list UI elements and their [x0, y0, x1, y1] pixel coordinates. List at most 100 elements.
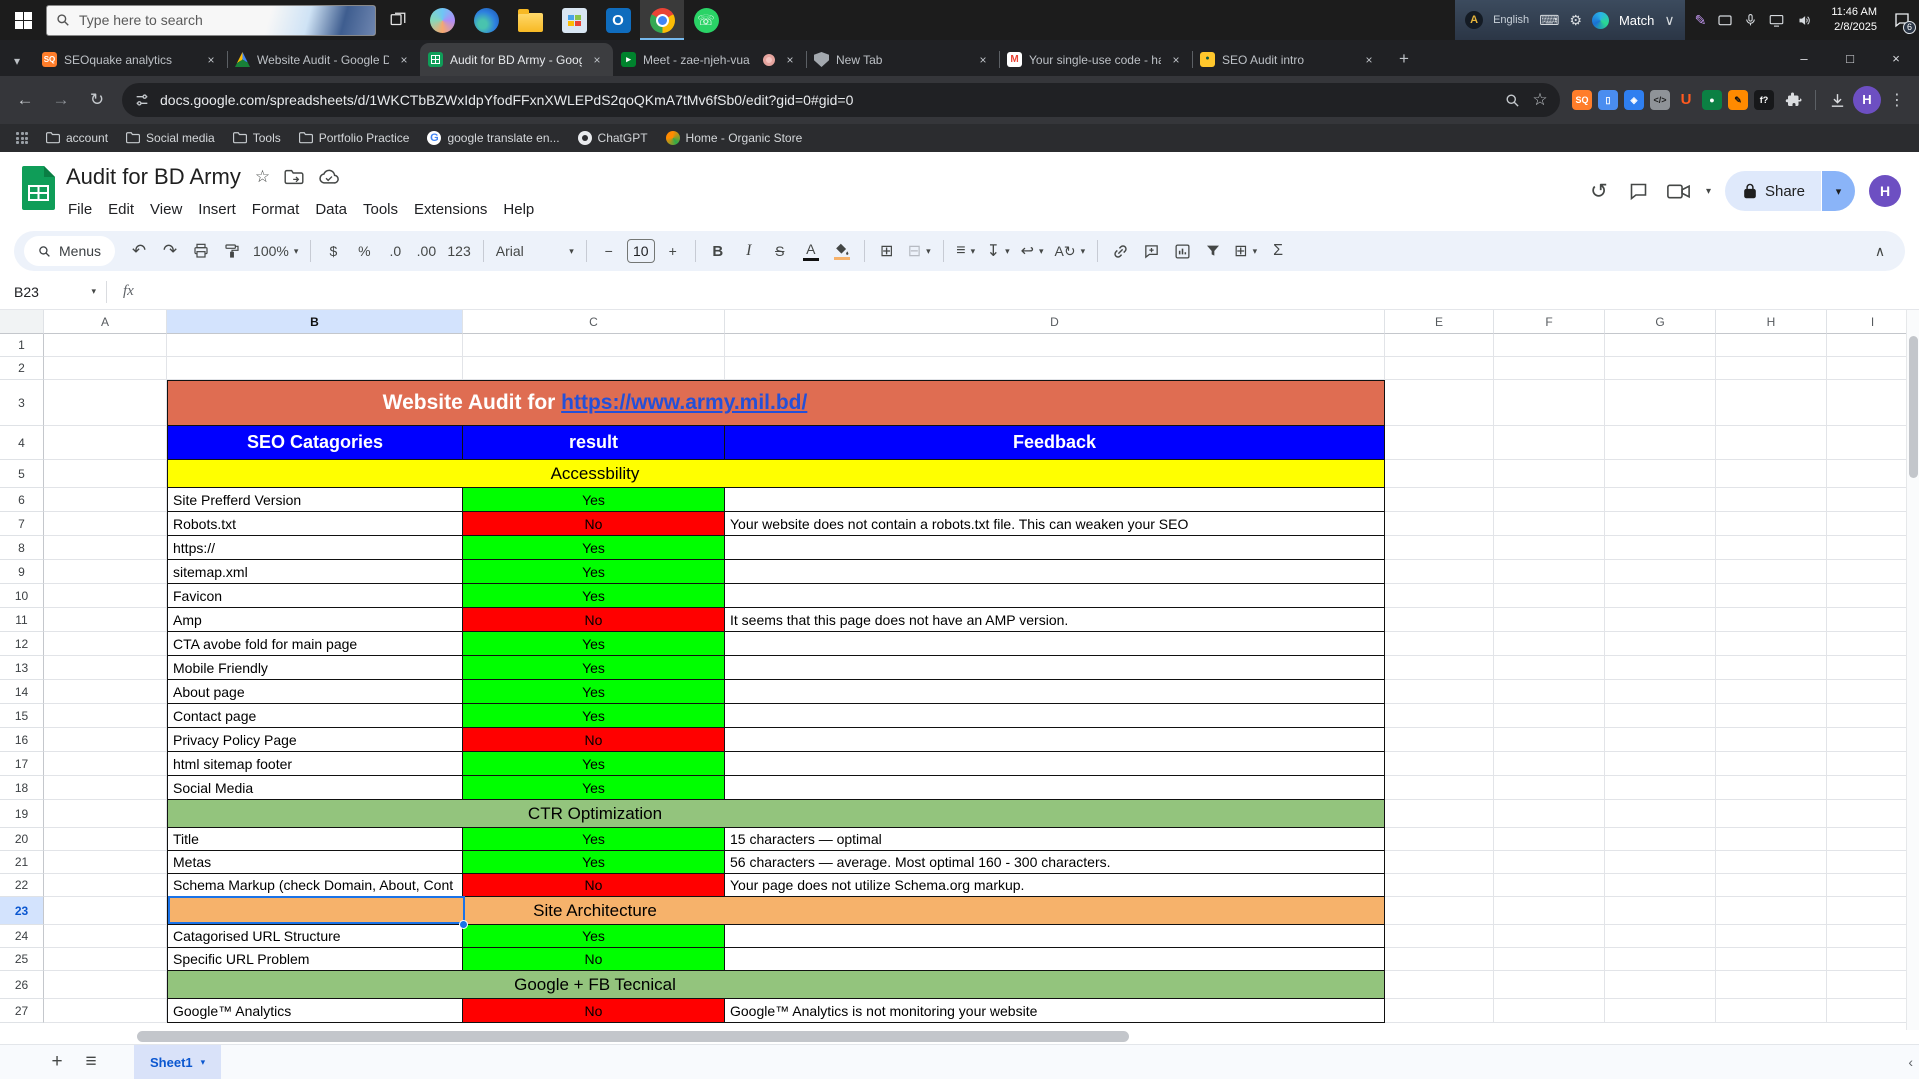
cell-E3[interactable] [1385, 380, 1494, 426]
cell-F19[interactable] [1494, 800, 1605, 828]
cell-H14[interactable] [1716, 680, 1827, 704]
menu-help[interactable]: Help [495, 196, 542, 223]
cell-G18[interactable] [1605, 776, 1716, 800]
cell-A15[interactable] [44, 704, 167, 728]
cell-A4[interactable] [44, 426, 167, 460]
decrease-decimals-button[interactable]: .0 [380, 236, 410, 266]
cell-H5[interactable] [1716, 460, 1827, 488]
cell-G1[interactable] [1605, 334, 1716, 357]
browser-tab[interactable]: Audit for BD Army - Google Sh× [420, 43, 613, 76]
table-header-seo-catagories[interactable]: SEO Catagories [167, 426, 463, 460]
document-title[interactable]: Audit for BD Army [66, 164, 241, 190]
browser-tab[interactable]: ▸Meet - zae-njeh-vua× [613, 43, 806, 76]
tab-close-icon[interactable]: × [396, 52, 412, 68]
paint-format-button[interactable] [217, 236, 247, 266]
cell-G5[interactable] [1605, 460, 1716, 488]
cell-H6[interactable] [1716, 488, 1827, 512]
cell-B9[interactable]: sitemap.xml [167, 560, 463, 584]
cell-D17[interactable] [725, 752, 1385, 776]
cell-G11[interactable] [1605, 608, 1716, 632]
cell-B27[interactable]: Google™ Analytics [167, 999, 463, 1023]
section-row-cell[interactable]: Accessbility [167, 460, 1385, 488]
cell-A16[interactable] [44, 728, 167, 752]
row-header-2[interactable]: 2 [0, 357, 44, 380]
row-header-11[interactable]: 11 [0, 608, 44, 632]
cell-G4[interactable] [1605, 426, 1716, 460]
cell-A7[interactable] [44, 512, 167, 536]
cell-H2[interactable] [1716, 357, 1827, 380]
cell-C15[interactable]: Yes [463, 704, 725, 728]
volume-icon[interactable] [1796, 13, 1813, 28]
maximize-button[interactable]: □ [1827, 40, 1873, 76]
cell-B2[interactable] [167, 357, 463, 380]
cell-H13[interactable] [1716, 656, 1827, 680]
row-header-24[interactable]: 24 [0, 925, 44, 948]
microphone-icon[interactable] [1744, 12, 1757, 28]
cell-E7[interactable] [1385, 512, 1494, 536]
cell-B1[interactable] [167, 334, 463, 357]
cell-H21[interactable] [1716, 851, 1827, 874]
settings-gear-icon[interactable]: ⚙ [1569, 12, 1582, 29]
cell-B20[interactable]: Title [167, 828, 463, 851]
cell-H12[interactable] [1716, 632, 1827, 656]
cell-E19[interactable] [1385, 800, 1494, 828]
cell-F12[interactable] [1494, 632, 1605, 656]
close-window-button[interactable]: × [1873, 40, 1919, 76]
row-header-15[interactable]: 15 [0, 704, 44, 728]
bookmark-item[interactable]: Portfolio Practice [291, 127, 418, 149]
cell-E13[interactable] [1385, 656, 1494, 680]
menu-file[interactable]: File [60, 196, 100, 223]
cell-H20[interactable] [1716, 828, 1827, 851]
extensions-puzzle-icon[interactable] [1780, 86, 1808, 114]
browser-profile-avatar[interactable]: H [1853, 86, 1881, 114]
tab-close-icon[interactable]: × [1361, 52, 1377, 68]
font-size-input[interactable]: 10 [627, 239, 655, 263]
cell-H26[interactable] [1716, 971, 1827, 999]
apps-grid-icon[interactable] [16, 132, 28, 144]
touch-keyboard-icon[interactable] [1717, 12, 1733, 28]
cell-C18[interactable]: Yes [463, 776, 725, 800]
row-header-22[interactable]: 22 [0, 874, 44, 897]
cell-G23[interactable] [1605, 897, 1716, 925]
cell-B21[interactable]: Metas [167, 851, 463, 874]
cell-A8[interactable] [44, 536, 167, 560]
start-button[interactable] [0, 0, 46, 40]
fonts-query-extension-icon[interactable]: f? [1754, 90, 1774, 110]
cell-G7[interactable] [1605, 512, 1716, 536]
cell-E26[interactable] [1385, 971, 1494, 999]
italic-button[interactable]: I [734, 236, 764, 266]
cell-B24[interactable]: Catagorised URL Structure [167, 925, 463, 948]
bookmark-item[interactable]: Home - Organic Store [658, 127, 811, 149]
row-header-19[interactable]: 19 [0, 800, 44, 828]
omnibox[interactable]: docs.google.com/spreadsheets/d/1WKCTbBZW… [122, 83, 1560, 117]
insert-chart-button[interactable] [1167, 236, 1197, 266]
horizontal-scrollbar[interactable] [0, 1030, 1919, 1044]
cell-C6[interactable]: Yes [463, 488, 725, 512]
row-header-26[interactable]: 26 [0, 971, 44, 999]
cell-H27[interactable] [1716, 999, 1827, 1023]
cell-G26[interactable] [1605, 971, 1716, 999]
column-header-D[interactable]: D [725, 310, 1385, 334]
decrease-font-size-button[interactable]: − [594, 236, 624, 266]
row-header-8[interactable]: 8 [0, 536, 44, 560]
cell-E11[interactable] [1385, 608, 1494, 632]
tab-close-icon[interactable]: × [203, 52, 219, 68]
meet-video-call-icon[interactable] [1666, 178, 1692, 204]
row-header-25[interactable]: 25 [0, 948, 44, 971]
cell-B11[interactable]: Amp [167, 608, 463, 632]
network-display-icon[interactable] [1768, 13, 1785, 28]
cell-A19[interactable] [44, 800, 167, 828]
cell-A12[interactable] [44, 632, 167, 656]
cell-D22[interactable]: Your page does not utilize Schema.org ma… [725, 874, 1385, 897]
collapse-side-chevron-icon[interactable]: ‹ [1908, 1054, 1919, 1070]
task-view-button[interactable] [376, 0, 420, 40]
cell-F5[interactable] [1494, 460, 1605, 488]
text-rotation-button[interactable]: A↻▾ [1050, 236, 1091, 266]
cell-G13[interactable] [1605, 656, 1716, 680]
cell-G20[interactable] [1605, 828, 1716, 851]
bookmark-item[interactable]: account [38, 127, 116, 149]
cell-G8[interactable] [1605, 536, 1716, 560]
cell-D16[interactable] [725, 728, 1385, 752]
seoquake-extension-icon[interactable]: SQ [1572, 90, 1592, 110]
cell-C21[interactable]: Yes [463, 851, 725, 874]
